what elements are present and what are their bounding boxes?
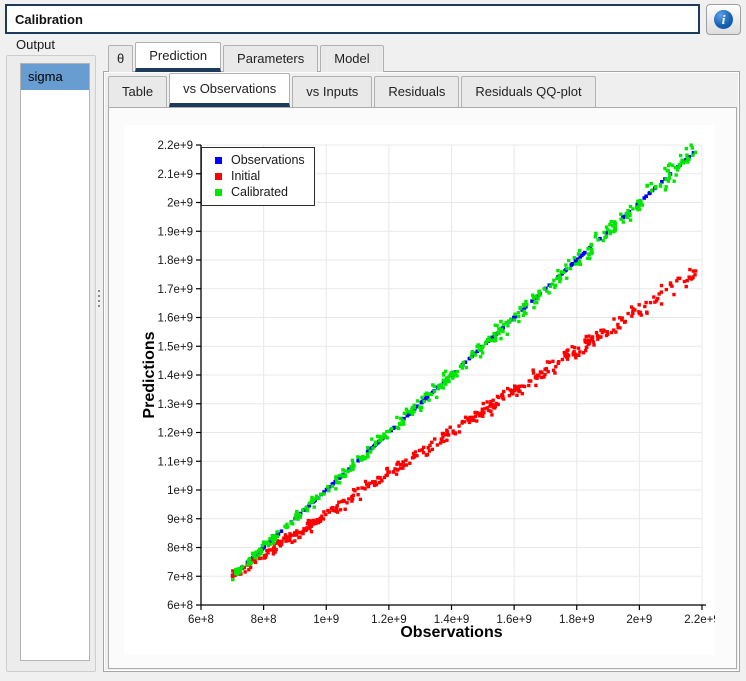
svg-text:1.7e+9: 1.7e+9 xyxy=(158,284,194,296)
x-axis-label: Observations xyxy=(201,624,702,642)
svg-text:1.5e+9: 1.5e+9 xyxy=(158,341,194,353)
legend-item-observations: Observations xyxy=(208,152,308,168)
tab-prediction[interactable]: Prediction xyxy=(135,42,221,72)
output-list[interactable]: sigma xyxy=(20,63,90,661)
subtab-vs-observations[interactable]: vs Observations xyxy=(169,73,290,107)
plot-legend: Observations Initial Calibrated xyxy=(201,147,315,206)
legend-label-initial: Initial xyxy=(231,169,260,183)
info-icon: i xyxy=(714,10,733,29)
output-group-box: sigma xyxy=(6,55,96,672)
subtab-vs-inputs[interactable]: vs Inputs xyxy=(292,76,372,107)
svg-text:1.6e+9: 1.6e+9 xyxy=(158,313,194,325)
svg-text:2e+9: 2e+9 xyxy=(167,198,193,210)
svg-text:1.3e+9: 1.3e+9 xyxy=(158,399,194,411)
svg-text:7e+8: 7e+8 xyxy=(167,571,193,583)
legend-item-initial: Initial xyxy=(208,168,308,184)
calibration-name-field[interactable] xyxy=(5,4,700,34)
output-section-label: Output xyxy=(16,37,55,52)
svg-text:9e+8: 9e+8 xyxy=(167,514,193,526)
tab-parameters[interactable]: Parameters xyxy=(223,45,318,72)
legend-label-calibrated: Calibrated xyxy=(231,185,288,199)
prediction-tab-pane: Table vs Observations vs Inputs Residual… xyxy=(103,71,740,672)
svg-text:8e+8: 8e+8 xyxy=(167,543,193,555)
tab-model[interactable]: Model xyxy=(320,45,383,72)
legend-item-calibrated: Calibrated xyxy=(208,184,308,200)
legend-marker-calibrated xyxy=(215,189,222,196)
svg-text:6e+8: 6e+8 xyxy=(167,600,193,612)
svg-text:1.4e+9: 1.4e+9 xyxy=(158,370,194,382)
svg-text:2.2e+9: 2.2e+9 xyxy=(158,140,194,152)
info-button[interactable]: i xyxy=(706,4,741,35)
legend-label-observations: Observations xyxy=(231,153,305,167)
y-axis-label: Predictions xyxy=(141,331,159,418)
subtab-residuals-qq-plot[interactable]: Residuals QQ-plot xyxy=(461,76,595,107)
svg-text:1.2e+9: 1.2e+9 xyxy=(158,428,194,440)
legend-marker-initial xyxy=(215,173,222,180)
subtab-residuals[interactable]: Residuals xyxy=(374,76,459,107)
splitter-handle[interactable] xyxy=(96,283,102,313)
subtab-table[interactable]: Table xyxy=(108,76,167,107)
svg-text:1.8e+9: 1.8e+9 xyxy=(158,255,194,267)
svg-text:1.1e+9: 1.1e+9 xyxy=(158,456,194,468)
svg-text:1e+9: 1e+9 xyxy=(167,485,193,497)
prediction-sub-tab-bar: Table vs Observations vs Inputs Residual… xyxy=(108,75,596,107)
tab-theta[interactable]: θ xyxy=(108,45,133,72)
scatter-plot-canvas[interactable]: 6e+8 8e+8 1e+9 1.2e+9 1.4e+9 1.6e+9 1.8e+9 2e+9… xyxy=(124,125,715,655)
output-list-item-sigma[interactable]: sigma xyxy=(21,64,89,90)
svg-text:1.9e+9: 1.9e+9 xyxy=(158,226,194,238)
vs-observations-pane: 6e+8 8e+8 1e+9 1.2e+9 1.4e+9 1.6e+9 1.8e+9 2e+9… xyxy=(108,107,737,669)
legend-marker-observations xyxy=(215,157,222,164)
svg-text:2.1e+9: 2.1e+9 xyxy=(158,169,194,181)
main-tab-bar: θ Prediction Parameters Model xyxy=(108,44,384,72)
